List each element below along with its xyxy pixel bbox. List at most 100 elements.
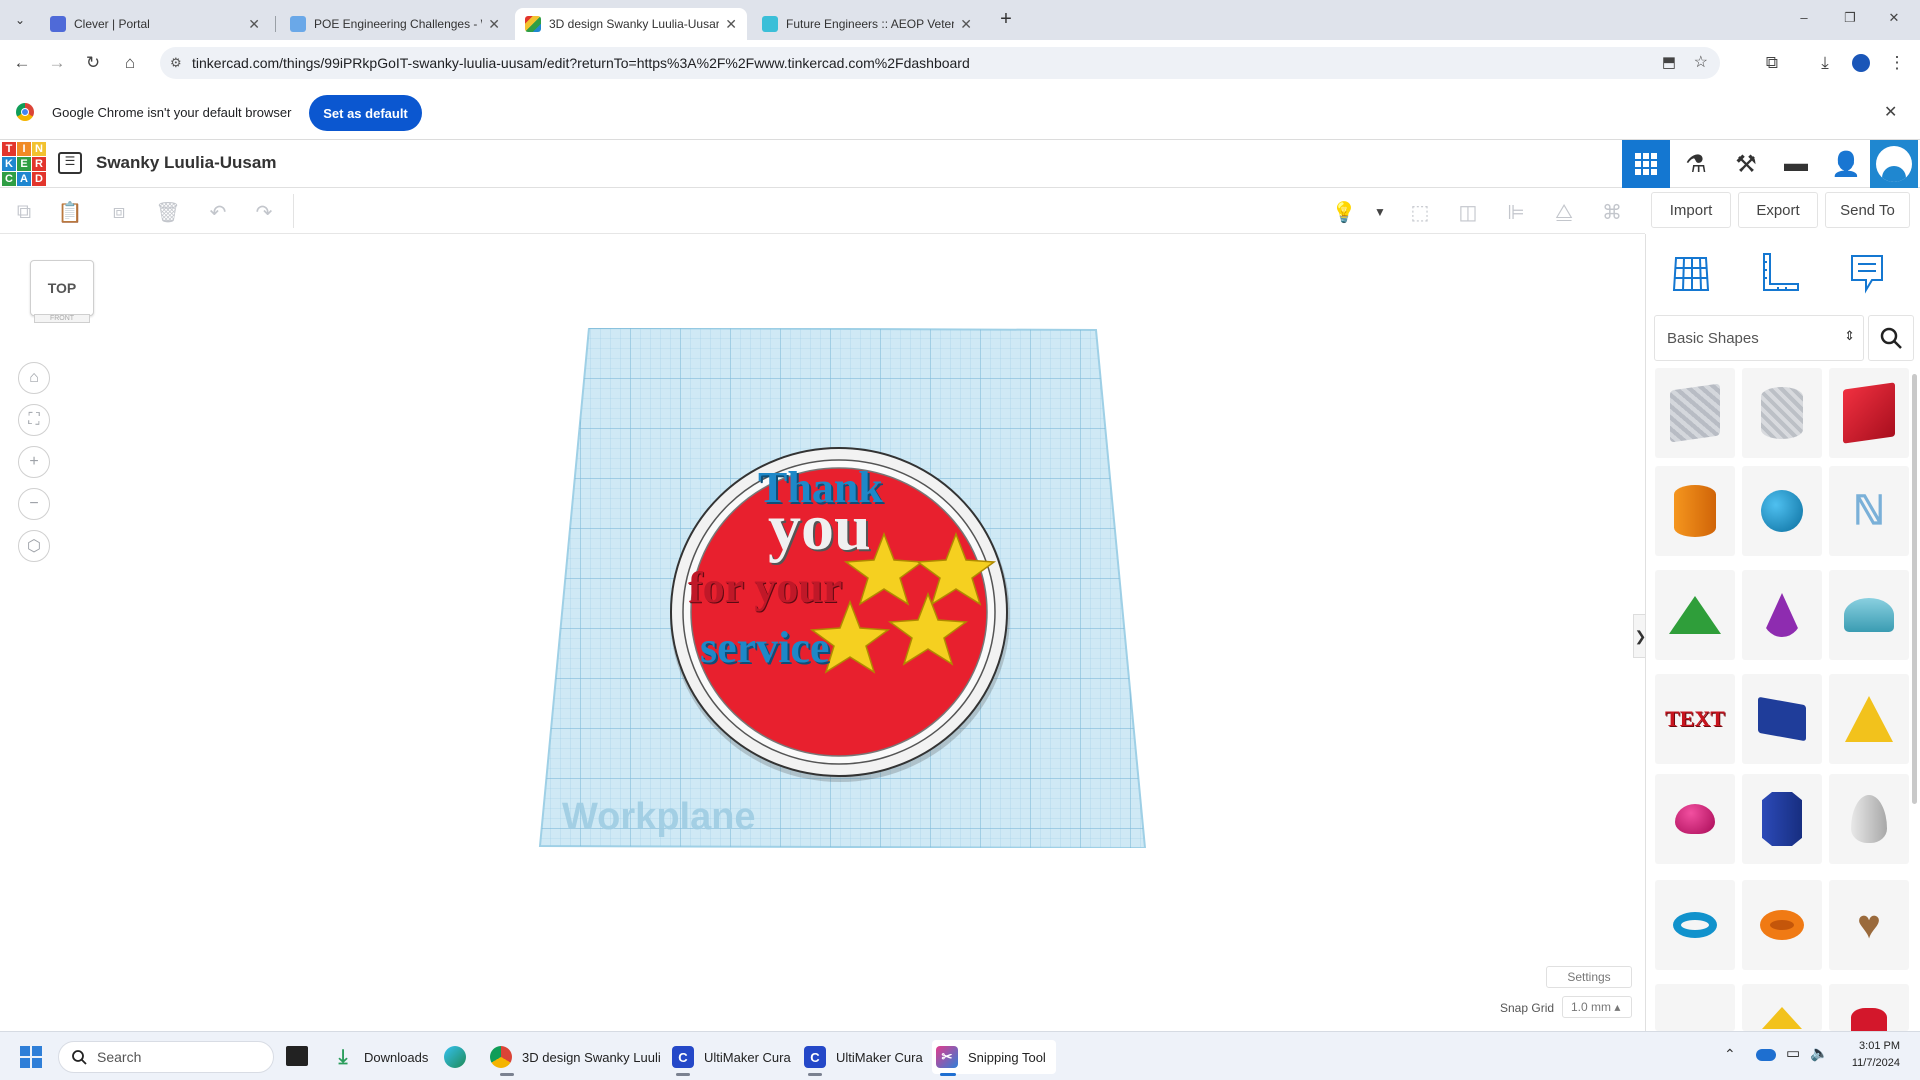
shape-pyramid[interactable] <box>1829 674 1909 764</box>
shape-polygon[interactable] <box>1742 774 1822 864</box>
close-tab-icon[interactable]: ✕ <box>725 16 737 33</box>
taskbar-chrome-window[interactable]: 3D design Swanky Luuli <box>490 1040 661 1076</box>
export-button[interactable]: Export <box>1738 192 1818 228</box>
show-hidden-icons-chevron-icon[interactable]: ⌃ <box>1724 1046 1736 1063</box>
site-info-icon[interactable]: ⚙ <box>170 55 182 71</box>
home-icon[interactable]: ⌂ <box>117 50 143 76</box>
redo-icon[interactable]: ↷ <box>250 198 278 226</box>
zoom-out-icon[interactable]: − <box>18 488 50 520</box>
bookmark-star-icon[interactable]: ☆ <box>1694 52 1708 72</box>
build-tools-icon[interactable]: ⚒ <box>1722 140 1770 188</box>
ungroup-icon[interactable]: ◫ <box>1454 198 1482 226</box>
shape-partial-row[interactable] <box>1829 984 1909 1032</box>
shape-scribble[interactable]: ℕ <box>1829 466 1909 556</box>
align-icon[interactable]: ⊫ <box>1502 198 1530 226</box>
view-cube[interactable]: TOP FRONT <box>30 260 94 324</box>
design-canvas[interactable]: TOP FRONT ⌂ ⛶ + − ⬡ Workplane Thank you … <box>0 234 1647 1031</box>
shape-cylinder-hole[interactable] <box>1742 368 1822 458</box>
close-tab-icon[interactable]: ✕ <box>488 16 500 33</box>
shape-search-icon[interactable] <box>1868 315 1914 361</box>
tab-search-button[interactable]: ⌄ <box>8 9 32 31</box>
reload-icon[interactable]: ↻ <box>80 50 106 76</box>
volume-icon[interactable]: 🔈 <box>1810 1044 1829 1062</box>
send-to-button[interactable]: Send To <box>1825 192 1910 228</box>
delete-icon[interactable]: 🗑 <box>154 198 182 226</box>
settings-button[interactable]: Settings <box>1546 966 1632 988</box>
back-icon[interactable]: ← <box>9 50 35 76</box>
shape-cylinder[interactable] <box>1655 466 1735 556</box>
shape-box-hole[interactable] <box>1655 368 1735 458</box>
close-tab-icon[interactable]: ✕ <box>960 16 972 33</box>
design-title[interactable]: Swanky Luulia-Uusam <box>96 153 276 173</box>
shape-round-roof[interactable] <box>1829 570 1909 660</box>
design-list-icon[interactable]: ☰ <box>58 152 82 174</box>
dropdown-chevron-icon[interactable]: ▼ <box>1366 198 1394 226</box>
profile-icon[interactable] <box>1848 50 1874 76</box>
shape-box[interactable] <box>1829 368 1909 458</box>
cruise-icon[interactable]: ⌘ <box>1598 198 1626 226</box>
tab-future-engineers[interactable]: Future Engineers :: AEOP Veter ✕ <box>752 8 982 40</box>
shape-half-sphere[interactable] <box>1655 774 1735 864</box>
taskbar-cura-1[interactable]: C UltiMaker Cura <box>672 1040 791 1076</box>
taskbar-snipping-tool[interactable]: ✂ Snipping Tool <box>932 1040 1056 1076</box>
shape-torus[interactable] <box>1655 880 1735 970</box>
snap-grid-select[interactable]: 1.0 mm ▴ <box>1562 996 1632 1018</box>
chrome-menu-icon[interactable]: ⋮ <box>1884 50 1910 76</box>
tinkercad-logo[interactable]: T I N K E R C A D <box>2 142 46 186</box>
tab-poe-engineering[interactable]: POE Engineering Challenges - \ ✕ <box>280 8 510 40</box>
taskbar-search-box[interactable]: Search <box>58 1041 274 1073</box>
close-infobar-icon[interactable]: ✕ <box>1884 102 1897 122</box>
workplane-tool-icon[interactable] <box>1670 252 1712 294</box>
import-button[interactable]: Import <box>1651 192 1731 228</box>
set-as-default-button[interactable]: Set as default <box>309 95 422 131</box>
copy-icon[interactable]: ⧉ <box>10 198 38 226</box>
light-bulb-icon[interactable]: 💡 <box>1330 198 1358 226</box>
task-view-icon[interactable] <box>286 1046 308 1066</box>
install-app-icon[interactable]: ⬒ <box>1662 53 1676 71</box>
zoom-in-icon[interactable]: + <box>18 446 50 478</box>
shape-cone[interactable] <box>1742 570 1822 660</box>
undo-icon[interactable]: ↶ <box>204 198 232 226</box>
minimize-button[interactable]: – <box>1790 10 1818 25</box>
clock-time[interactable]: 3:01 PM <box>1836 1040 1900 1052</box>
taskbar-downloads[interactable]: ⤓ Downloads <box>332 1040 429 1074</box>
grid-view-icon[interactable] <box>1622 140 1670 188</box>
home-view-icon[interactable]: ⌂ <box>18 362 50 394</box>
taskbar-cura-2[interactable]: C UltiMaker Cura <box>804 1040 923 1076</box>
shape-roof[interactable] <box>1655 570 1735 660</box>
user-add-icon[interactable]: 👤 <box>1822 140 1870 188</box>
shape-partial-row[interactable] <box>1742 984 1822 1031</box>
restore-button[interactable]: ❐ <box>1836 10 1864 26</box>
shape-paraboloid[interactable] <box>1829 774 1909 864</box>
paste-icon[interactable]: 📋 <box>56 198 84 226</box>
sim-lab-icon[interactable]: ⚗ <box>1672 140 1720 188</box>
forward-icon[interactable]: → <box>44 50 70 76</box>
duplicate-icon[interactable]: ⧈ <box>105 198 133 226</box>
tab-clever-portal[interactable]: Clever | Portal ✕ <box>40 8 270 40</box>
avatar-icon[interactable] <box>1870 140 1918 188</box>
shapes-scrollbar[interactable] <box>1912 374 1917 804</box>
network-icon[interactable]: ▭ <box>1786 1044 1800 1062</box>
fit-view-icon[interactable]: ⛶ <box>18 404 50 436</box>
clock-date[interactable]: 11/7/2024 <box>1836 1057 1900 1069</box>
shape-category-select[interactable]: Basic Shapes ⇕ <box>1654 315 1864 361</box>
shape-text[interactable]: TEXT <box>1655 674 1735 764</box>
shape-tube[interactable] <box>1742 880 1822 970</box>
notes-icon[interactable] <box>1846 252 1888 294</box>
perspective-icon[interactable]: ⬡ <box>18 530 50 562</box>
onedrive-icon[interactable] <box>1756 1049 1776 1061</box>
shape-sphere[interactable] <box>1742 466 1822 556</box>
tab-3d-design[interactable]: 3D design Swanky Luulia-Uusar ✕ <box>515 8 747 40</box>
downloads-icon[interactable]: ⤓ <box>1812 50 1838 76</box>
group-icon[interactable]: ⬚ <box>1406 198 1434 226</box>
taskbar-edge[interactable] <box>444 1040 476 1074</box>
new-tab-button[interactable]: + <box>994 8 1018 32</box>
close-window-button[interactable]: ✕ <box>1880 10 1908 26</box>
shape-heart[interactable]: ♥ <box>1829 880 1909 970</box>
close-tab-icon[interactable]: ✕ <box>248 16 260 33</box>
mirror-icon[interactable]: ⧋ <box>1550 198 1578 226</box>
address-bar[interactable]: ⚙ tinkercad.com/things/99iPRkpGoIT-swank… <box>160 47 1720 79</box>
shape-wedge[interactable] <box>1742 674 1822 764</box>
ruler-icon[interactable] <box>1758 252 1800 294</box>
extensions-icon[interactable]: ⧉ <box>1759 50 1785 76</box>
